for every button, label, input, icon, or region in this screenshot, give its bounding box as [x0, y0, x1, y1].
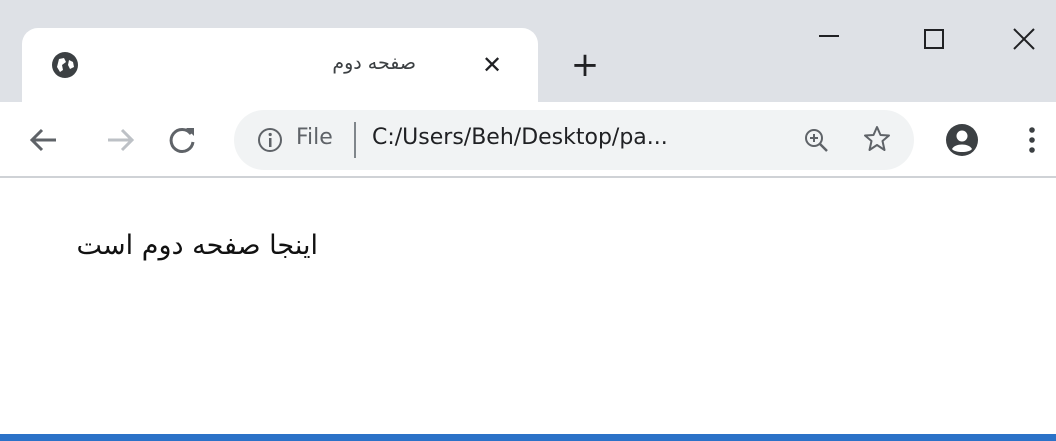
bookmark-star-icon[interactable]	[862, 124, 892, 154]
tab-active[interactable]: صفحه دوم ✕	[22, 28, 538, 102]
back-arrow-icon[interactable]	[26, 122, 62, 158]
globe-icon	[52, 52, 78, 78]
browser-toolbar: File C:/Users/Beh/Desktop/pa...	[0, 102, 1056, 178]
tab-strip: صفحه دوم ✕ +	[0, 0, 1056, 102]
info-icon[interactable]	[256, 126, 284, 154]
page-text: اینجا صفحه دوم است	[76, 230, 318, 261]
page-content: اینجا صفحه دوم است	[0, 180, 1056, 434]
account-circle-icon[interactable]	[944, 122, 980, 158]
url-text[interactable]: C:/Users/Beh/Desktop/pa...	[372, 125, 668, 150]
taskbar-edge	[0, 434, 1056, 441]
tab-title: صفحه دوم	[332, 52, 416, 74]
tab-close-icon[interactable]: ✕	[478, 52, 506, 80]
forward-arrow-icon[interactable]	[102, 122, 138, 158]
scheme-label: File	[296, 125, 333, 150]
address-bar[interactable]: File C:/Users/Beh/Desktop/pa...	[234, 110, 914, 170]
zoom-icon[interactable]	[802, 126, 830, 154]
omnibox-divider	[354, 122, 356, 158]
more-vert-icon[interactable]	[1020, 122, 1044, 158]
reload-icon[interactable]	[164, 122, 200, 158]
new-tab-button[interactable]: +	[568, 48, 602, 84]
minimize-icon[interactable]	[805, 20, 853, 60]
maximize-icon[interactable]	[910, 20, 958, 60]
close-icon[interactable]	[1000, 20, 1048, 60]
